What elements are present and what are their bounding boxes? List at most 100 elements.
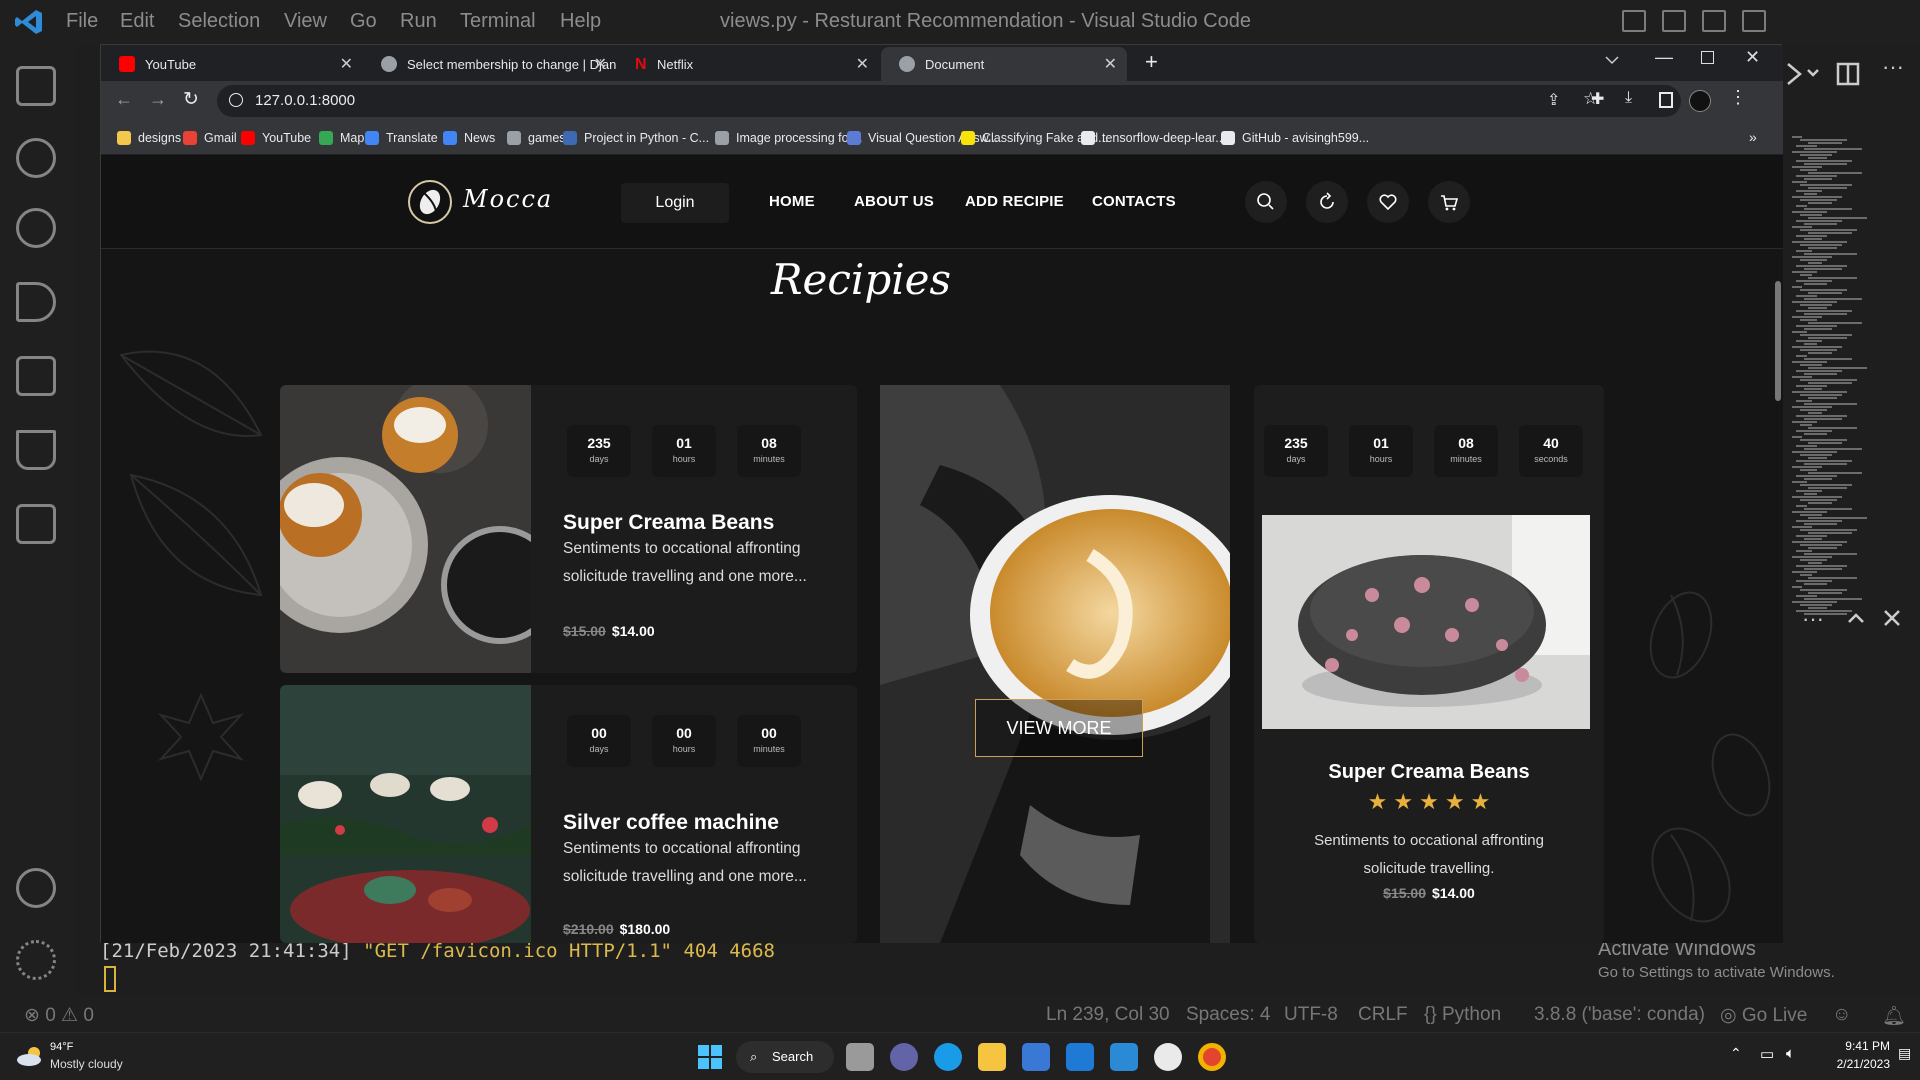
search-icon[interactable] (16, 138, 56, 178)
terminal-more-icon[interactable]: ··· (1802, 606, 1824, 632)
notifications-bell-icon[interactable]: 🔔︎ (1882, 1004, 1906, 1028)
microsoft-store-icon[interactable] (1022, 1043, 1050, 1071)
downloads-icon[interactable]: ⤓ (1625, 89, 1632, 107)
featured-recipe-card[interactable]: 235 days 01 hours 08 minutes 40 seconds Supe… (1254, 385, 1604, 943)
edge-icon[interactable] (934, 1043, 962, 1071)
tab-search-icon[interactable] (1605, 55, 1619, 65)
mail-icon[interactable] (1066, 1043, 1094, 1071)
toggle-secondary-sidebar-icon[interactable] (1702, 10, 1726, 32)
cart-icon[interactable] (1428, 181, 1470, 223)
tab-netflix[interactable]: N Netflix ✕ (617, 47, 879, 81)
weather-cloud-icon[interactable] (16, 1045, 44, 1067)
reload-icon[interactable]: ↻ (183, 88, 199, 111)
tray-overflow-icon[interactable]: ⌃ (1730, 1045, 1742, 1062)
coffee-logo-icon[interactable] (407, 179, 453, 225)
testing-icon[interactable] (16, 430, 56, 470)
recipe-card[interactable]: 235 days 01 hours 08 minutes Super Creama B… (280, 385, 857, 673)
split-editor-icon[interactable] (1836, 62, 1860, 86)
toggle-sidebar-icon[interactable] (1622, 10, 1646, 32)
eol-status[interactable]: CRLF (1358, 1004, 1408, 1026)
teams-chat-icon[interactable] (890, 1043, 918, 1071)
encoding-status[interactable]: UTF-8 (1284, 1004, 1338, 1026)
notification-center-icon[interactable]: ▤ (1898, 1045, 1911, 1062)
start-windows-icon[interactable] (696, 1043, 724, 1071)
go-live-button[interactable]: ◎ Go Live (1720, 1004, 1807, 1027)
source-control-icon[interactable] (16, 208, 56, 248)
close-tab-icon[interactable]: ✕ (594, 54, 607, 74)
run-debug-icon[interactable] (16, 282, 56, 322)
bookmark-item[interactable]: GitHub - avisingh599... (1221, 131, 1369, 145)
close-tab-icon[interactable]: ✕ (340, 54, 353, 74)
maximize-window-icon[interactable] (1701, 51, 1714, 64)
minimap[interactable] (1792, 136, 1892, 636)
indentation-status[interactable]: Spaces: 4 (1186, 1004, 1271, 1026)
app-icon[interactable] (1154, 1043, 1182, 1071)
brand-name[interactable]: Mocca (463, 185, 553, 213)
extensions-puzzle-icon[interactable]: ✚ (1591, 89, 1604, 109)
taskbar-search[interactable]: ⌕ Search (736, 1041, 834, 1073)
feedback-icon[interactable]: ☺ (1832, 1004, 1851, 1026)
heart-icon[interactable] (1367, 181, 1409, 223)
recipe-title[interactable]: Silver coffee machine (563, 811, 779, 835)
bookmark-item[interactable]: Image processing for... (715, 131, 862, 145)
minimize-window-icon[interactable]: — (1655, 47, 1673, 68)
login-button[interactable]: Login (621, 183, 729, 223)
view-more-button[interactable]: VIEW MORE (975, 699, 1143, 757)
remote-explorer-icon[interactable] (16, 504, 56, 544)
menu-go[interactable]: Go (350, 10, 377, 33)
share-icon[interactable]: ⇪ (1547, 90, 1560, 110)
tab-document[interactable]: Document ✕ (881, 47, 1127, 81)
new-tab-icon[interactable]: + (1145, 49, 1158, 75)
bookmark-item[interactable]: News (443, 131, 495, 145)
problems-status[interactable]: ⊗ 0 ⚠ 0 (24, 1004, 94, 1027)
close-panel-icon[interactable] (1882, 608, 1902, 628)
forward-icon[interactable]: → (149, 89, 167, 110)
tab-django-admin[interactable]: Select membership to change | Djan ✕ (363, 47, 617, 81)
cursor-position[interactable]: Ln 239, Col 30 (1046, 1004, 1170, 1026)
clock-time[interactable]: 9:41 PM (1830, 1039, 1890, 1053)
editor-actions-icon[interactable] (1782, 60, 1822, 88)
settings-gear-icon[interactable] (16, 940, 56, 980)
toggle-panel-icon[interactable] (1662, 10, 1686, 32)
close-window-icon[interactable]: ✕ (1745, 47, 1760, 68)
accounts-icon[interactable] (16, 868, 56, 908)
nav-contacts[interactable]: CONTACTS (1092, 193, 1176, 210)
menu-selection[interactable]: Selection (178, 10, 260, 33)
bookmark-item[interactable]: Project in Python - C... (563, 131, 709, 145)
menu-file[interactable]: File (66, 10, 98, 33)
language-status[interactable]: {} Python (1424, 1004, 1501, 1026)
nav-about-us[interactable]: ABOUT US (854, 193, 934, 210)
bookmark-item[interactable]: YouTube (241, 131, 311, 145)
recipe-title[interactable]: Super Creama Beans (563, 511, 774, 535)
network-icon[interactable]: ▭ (1760, 1045, 1774, 1063)
search-icon[interactable] (1245, 181, 1287, 223)
close-tab-icon[interactable]: ✕ (1104, 54, 1117, 74)
interpreter-status[interactable]: 3.8.8 ('base': conda) (1534, 1004, 1705, 1026)
customize-layout-icon[interactable] (1742, 10, 1766, 32)
bookmark-item[interactable]: Gmail (183, 131, 237, 145)
bookmark-item[interactable]: designs (117, 131, 181, 145)
featured-title[interactable]: Super Creama Beans (1254, 761, 1604, 784)
file-explorer-icon[interactable] (978, 1043, 1006, 1071)
maximize-panel-icon[interactable] (1846, 610, 1866, 626)
nav-home[interactable]: HOME (769, 193, 815, 210)
menu-edit[interactable]: Edit (120, 10, 154, 33)
chrome-menu-icon[interactable]: ⋮ (1729, 87, 1747, 108)
recipe-card[interactable]: 00 days 00 hours 00 minutes Silver coffee m… (280, 685, 857, 943)
refresh-icon[interactable] (1306, 181, 1348, 223)
task-view-icon[interactable] (846, 1043, 874, 1071)
menu-view[interactable]: View (284, 10, 327, 33)
extensions-icon[interactable] (16, 356, 56, 396)
more-actions-icon[interactable]: ··· (1882, 54, 1904, 80)
side-panel-icon[interactable] (1659, 92, 1673, 108)
bookmark-item[interactable]: Translate (365, 131, 438, 145)
more-bookmarks-icon[interactable]: » (1749, 129, 1757, 145)
page-scrollbar[interactable] (1775, 281, 1781, 401)
address-bar[interactable]: 127.0.0.1:8000 ⇪ ☆ (217, 85, 1681, 117)
chrome-taskbar-icon[interactable] (1198, 1043, 1226, 1071)
site-info-icon[interactable] (229, 93, 243, 107)
bookmark-item[interactable]: games (507, 131, 566, 145)
close-tab-icon[interactable]: ✕ (856, 54, 869, 74)
profile-avatar[interactable] (1689, 90, 1711, 112)
nav-add-recipie[interactable]: ADD RECIPIE (965, 193, 1064, 210)
